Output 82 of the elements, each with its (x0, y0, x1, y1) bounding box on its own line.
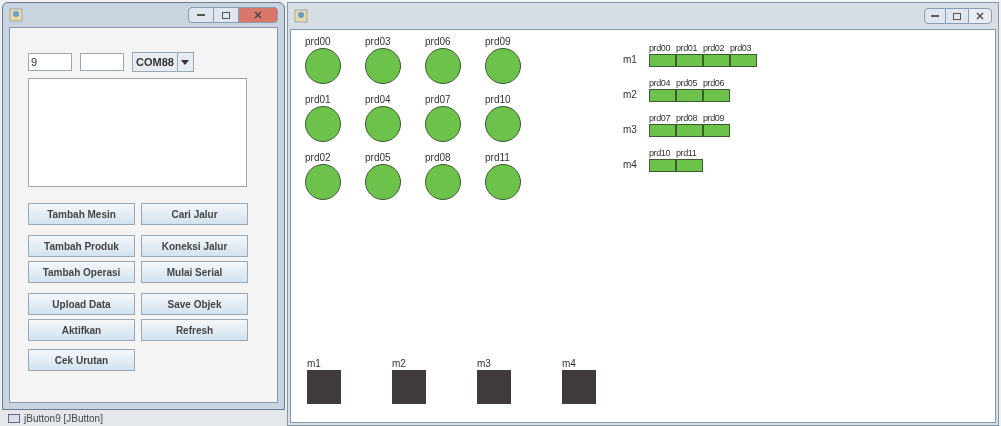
product-node[interactable] (485, 164, 521, 200)
close-icon (254, 11, 262, 19)
job-bar (649, 124, 676, 137)
maximize-button[interactable] (946, 8, 968, 24)
job-label: prd08 (676, 112, 699, 124)
job-label: prd11 (676, 147, 698, 159)
job-label: prd00 (649, 42, 672, 54)
caret-icon (181, 59, 190, 65)
minimize-button[interactable] (188, 7, 214, 23)
action-button[interactable]: Koneksi Jalur (141, 235, 248, 257)
product-node[interactable] (365, 106, 401, 142)
product-label: prd11 (485, 152, 510, 164)
app-icon (294, 9, 308, 23)
product-label: prd03 (365, 36, 391, 48)
product-label: prd00 (305, 36, 331, 48)
job-bar (703, 54, 730, 67)
product-label: prd09 (485, 36, 511, 48)
machine-label: m1 (307, 358, 322, 370)
action-button[interactable]: Cek Urutan (28, 349, 135, 371)
product-node[interactable] (425, 164, 461, 200)
machine-label: m2 (623, 88, 638, 102)
product-label: prd01 (305, 94, 331, 106)
job-label: prd06 (703, 77, 726, 89)
maximize-button[interactable] (214, 7, 238, 23)
input-field[interactable] (80, 53, 124, 71)
minimize-button[interactable] (924, 8, 946, 24)
product-node[interactable] (425, 48, 461, 84)
product-node[interactable] (305, 164, 341, 200)
action-button[interactable]: Aktifkan (28, 319, 135, 341)
machine-label: m2 (392, 358, 407, 370)
job-bar (649, 89, 676, 102)
product-label: prd02 (305, 152, 331, 164)
job-bar (649, 54, 676, 67)
machine-label: m1 (623, 53, 638, 67)
job-label: prd01 (676, 42, 699, 54)
app-icon (9, 8, 23, 22)
product-node[interactable] (305, 48, 341, 84)
product-node[interactable] (365, 48, 401, 84)
action-button[interactable]: Tambah Operasi (28, 261, 135, 283)
job-label: prd03 (730, 42, 753, 54)
action-button[interactable]: Cari Jalur (141, 203, 248, 225)
job-label: prd02 (703, 42, 726, 54)
input-field[interactable]: 9 (28, 53, 72, 71)
product-node[interactable] (485, 48, 521, 84)
action-button[interactable]: Tambah Mesin (28, 203, 135, 225)
job-bar (676, 124, 703, 137)
job-bar (649, 159, 676, 172)
action-button[interactable]: Mulai Serial (141, 261, 248, 283)
machine-label: m3 (477, 358, 492, 370)
machine-label: m3 (623, 123, 638, 137)
machine-label: m4 (623, 158, 638, 172)
job-bar (703, 89, 730, 102)
job-bar (676, 159, 703, 172)
close-icon (976, 12, 984, 20)
button-icon (8, 413, 20, 423)
job-bar (676, 89, 703, 102)
job-label: prd05 (676, 77, 699, 89)
port-dropdown[interactable]: COM88 (132, 52, 194, 72)
machine-label: m4 (562, 358, 577, 370)
job-label: prd07 (649, 112, 672, 124)
job-label: prd04 (649, 77, 672, 89)
action-button[interactable]: Refresh (141, 319, 248, 341)
product-label: prd10 (485, 94, 511, 106)
product-label: prd04 (365, 94, 391, 106)
action-button[interactable]: Tambah Produk (28, 235, 135, 257)
product-node[interactable] (425, 106, 461, 142)
action-button[interactable]: Save Objek (141, 293, 248, 315)
job-label: prd09 (703, 112, 726, 124)
close-button[interactable] (968, 8, 992, 24)
product-node[interactable] (305, 106, 341, 142)
action-button[interactable]: Upload Data (28, 293, 135, 315)
status-text: jButton9 [JButton] (24, 411, 103, 426)
product-label: prd07 (425, 94, 451, 106)
product-label: prd08 (425, 152, 451, 164)
product-label: prd05 (365, 152, 391, 164)
job-bar (730, 54, 757, 67)
product-node[interactable] (485, 106, 521, 142)
job-label: prd10 (649, 147, 672, 159)
product-node[interactable] (365, 164, 401, 200)
job-bar (703, 124, 730, 137)
product-label: prd06 (425, 36, 451, 48)
job-bar (676, 54, 703, 67)
